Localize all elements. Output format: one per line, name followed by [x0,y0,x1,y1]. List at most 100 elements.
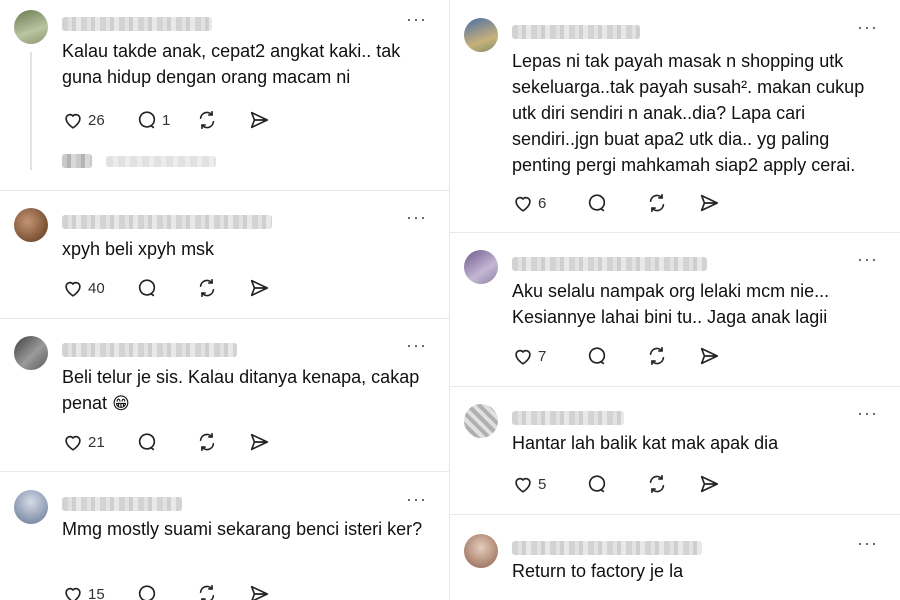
repost-button[interactable] [196,277,218,299]
reply-avatars [62,154,92,168]
share-button[interactable] [698,345,720,367]
avatar[interactable] [14,10,48,44]
like-button[interactable]: 7 [512,345,568,367]
more-options-icon[interactable]: ··· [857,18,878,36]
share-button[interactable] [248,277,270,299]
like-button[interactable]: 26 [62,109,118,131]
comment-item: ··· Mmg mostly suami sekarang benci iste… [0,490,449,600]
username-blurred[interactable] [62,497,182,511]
like-count: 7 [538,347,547,365]
share-button[interactable] [248,431,270,453]
like-count: 26 [88,111,105,129]
replies-label-blurred [106,156,216,167]
username-blurred[interactable] [512,541,702,555]
username-blurred[interactable] [62,215,272,229]
repost-button[interactable] [646,192,668,214]
reply-count: 1 [162,111,171,129]
repost-icon [199,278,215,298]
reply-button[interactable] [136,583,178,600]
more-options-icon[interactable]: ··· [406,490,427,508]
avatar[interactable] [464,534,498,568]
action-bar: 40 [62,276,288,300]
reply-button[interactable] [136,277,178,299]
username-blurred[interactable] [62,17,212,31]
comment-bubble-icon [138,433,156,451]
repost-button[interactable] [196,583,218,600]
reply-button[interactable]: 1 [136,109,178,131]
action-bar: 5 [512,472,738,496]
avatar[interactable] [464,404,498,438]
avatar[interactable] [14,490,48,524]
more-options-icon[interactable]: ··· [857,250,878,268]
left-column: ··· Kalau takde anak, cepat2 angkat kaki… [0,0,449,600]
comment-item: ··· Kalau takde anak, cepat2 angkat kaki… [0,10,449,180]
send-icon [700,347,719,365]
send-icon [250,279,269,297]
comment-item: ··· Aku selalu nampak org lelaki mcm nie… [450,250,900,380]
comment-text: Aku selalu nampak org lelaki mcm nie... … [512,281,835,327]
heart-icon [515,196,531,212]
like-button[interactable]: 5 [512,473,568,495]
avatar[interactable] [464,250,498,284]
share-button[interactable] [698,473,720,495]
share-button[interactable] [248,109,270,131]
repost-icon [649,474,665,494]
action-bar: 7 [512,344,738,368]
comment-item: ··· xpyh beli xpyh msk 40 [0,208,449,318]
more-options-icon[interactable]: ··· [406,336,427,354]
heart-icon [515,349,531,365]
heart-icon [65,435,81,451]
avatar[interactable] [464,18,498,52]
reply-button[interactable] [136,431,178,453]
comment-bubble-icon [138,279,156,297]
share-button[interactable] [698,192,720,214]
like-count: 5 [538,475,547,493]
reply-button[interactable] [586,473,628,495]
avatar[interactable] [14,208,48,242]
more-options-icon[interactable]: ··· [406,208,427,226]
repost-button[interactable] [646,473,668,495]
username-blurred[interactable] [512,257,707,271]
divider [0,190,449,191]
repost-button[interactable] [196,431,218,453]
more-options-icon[interactable]: ··· [857,534,878,552]
repost-button[interactable] [196,109,218,131]
comment-bubble-icon [138,111,156,129]
comment-item: ··· Lepas ni tak payah masak n shopping … [450,18,900,228]
avatar[interactable] [14,336,48,370]
like-button[interactable]: 21 [62,431,118,453]
heart-icon [65,113,81,129]
like-button[interactable]: 40 [62,277,118,299]
comment-text: Kalau takde anak, cepat2 angkat kaki.. t… [62,41,406,87]
more-options-icon[interactable]: ··· [406,10,427,28]
repost-button[interactable] [646,345,668,367]
action-bar: 6 [512,191,738,215]
thread-line [30,52,32,170]
comment-text: xpyh beli xpyh msk [62,239,215,259]
comment-bubble-icon [138,585,156,600]
more-options-icon[interactable]: ··· [857,404,878,422]
username-blurred[interactable] [512,25,640,39]
send-icon [250,433,269,451]
comment-text: Hantar lah balik kat mak apak dia [512,433,779,453]
send-icon [700,475,719,493]
repost-icon [649,193,665,213]
reply-button[interactable] [586,345,628,367]
comment-bubble-icon [588,347,606,365]
heart-icon [515,477,531,493]
repost-icon [199,432,215,452]
like-button[interactable]: 6 [512,192,568,214]
divider [450,386,900,387]
repost-icon [199,110,215,130]
repost-icon [199,584,215,600]
divider [450,232,900,233]
like-button[interactable]: 15 [62,583,118,600]
right-column: ··· Lepas ni tak payah masak n shopping … [450,0,900,600]
like-count: 6 [538,194,547,212]
username-blurred[interactable] [62,343,237,357]
username-blurred[interactable] [512,411,624,425]
reply-button[interactable] [586,192,628,214]
share-button[interactable] [248,583,270,600]
comment-text: Beli telur je sis. Kalau ditanya kenapa,… [62,364,429,417]
heart-icon [65,281,81,297]
